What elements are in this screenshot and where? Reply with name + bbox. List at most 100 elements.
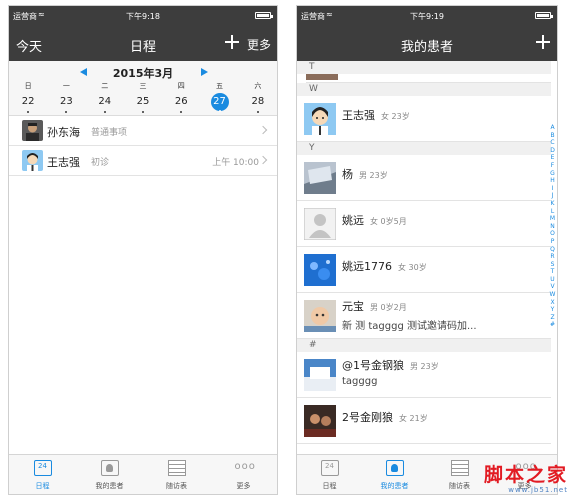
tab-my-patients[interactable]: 我的患者 (76, 455, 143, 494)
watermark: 脚本之家 www.jb51.net (484, 460, 568, 494)
schedule-row[interactable]: 王志强 初诊 上午 10:00 (9, 146, 277, 176)
status-bar: 运营商 ≈ 下午9:19 (297, 6, 557, 26)
index-letter[interactable]: Z (549, 314, 556, 322)
index-letter[interactable]: V (549, 283, 556, 291)
battery-icon (255, 12, 273, 19)
date-cell[interactable]: 24 (86, 92, 124, 114)
tab-label: 日程 (322, 482, 337, 490)
date-cell[interactable]: 22 (9, 92, 47, 114)
index-letter[interactable]: D (549, 147, 556, 155)
index-letter[interactable]: C (549, 139, 556, 147)
index-letter[interactable]: W (549, 291, 556, 299)
schedule-row[interactable]: 孙东海 普通事项 (9, 116, 277, 146)
index-letter[interactable]: E (549, 154, 556, 162)
tab-label: 我的患者 (380, 482, 409, 490)
tab-my-patients[interactable]: 我的患者 (362, 455, 427, 494)
patient-name-text: @1号金钢狼 (342, 359, 404, 372)
index-letter[interactable]: Q (549, 246, 556, 254)
patient-info: 男 23岁 (359, 171, 388, 180)
section-header-t: T (297, 61, 551, 74)
date-cell[interactable]: 28 (239, 92, 277, 114)
add-patient-icon[interactable] (536, 35, 550, 49)
index-letter[interactable]: B (549, 132, 556, 140)
patient-name-text: 2号金刚狼 (342, 411, 393, 424)
screenshot: 运营商 ≈ 下午9:18 今天 日程 更多 2015年3月 日 一 二 三 四 … (0, 0, 574, 500)
avatar (306, 74, 338, 80)
alphabet-index[interactable]: A B C D E F G H I J K L M N O P Q R S T U V W X Y Z # (549, 124, 556, 329)
index-letter[interactable]: H (549, 177, 556, 185)
patient-name: @1号金钢狼男 23岁 (342, 357, 439, 373)
tab-label: 随访表 (166, 482, 187, 490)
tab-more[interactable]: ooo 更多 (210, 455, 277, 494)
date-number: 27 (210, 93, 229, 111)
date-number: 26 (174, 96, 188, 107)
tab-followup[interactable]: 随访表 (427, 455, 492, 494)
tab-label: 我的患者 (95, 482, 124, 490)
list-item[interactable]: 元宝男 0岁2月 新 测 tagggg 测试邀请码加... (297, 293, 551, 339)
event-dot (180, 111, 183, 113)
list-item[interactable]: 王志强女 23岁 (297, 96, 551, 142)
date-row: 22 23 24 25 26 27 28 (9, 92, 277, 114)
avatar (304, 103, 336, 135)
date-cell[interactable]: 25 (124, 92, 162, 114)
more-button[interactable]: 更多 (247, 36, 271, 53)
patient-info: 女 23岁 (381, 112, 410, 121)
patient-info: 女 0岁5月 (370, 217, 407, 226)
list-item[interactable]: 姚远女 0岁5月 (297, 201, 551, 247)
tab-label: 日程 (35, 482, 50, 490)
index-letter[interactable]: M (549, 215, 556, 223)
patient-name-text: 杨 (342, 168, 353, 181)
date-cell-selected[interactable]: 27 (200, 92, 238, 114)
tab-followup[interactable]: 随访表 (143, 455, 210, 494)
next-month-icon[interactable] (201, 68, 208, 76)
add-schedule-icon[interactable] (225, 35, 239, 49)
event-dot (65, 111, 68, 113)
patient-name: 王志强 (47, 156, 80, 169)
index-letter[interactable]: T (549, 268, 556, 276)
patients-icon (385, 460, 404, 476)
index-letter[interactable]: S (549, 261, 556, 269)
status-time: 下午9:19 (410, 12, 444, 21)
avatar (304, 300, 336, 332)
tab-schedule[interactable]: 24 日程 (297, 455, 362, 494)
index-letter[interactable]: O (549, 230, 556, 238)
followup-table-icon (167, 460, 186, 476)
index-letter[interactable]: J (549, 192, 556, 200)
list-item[interactable] (306, 74, 551, 83)
index-letter[interactable]: Y (549, 306, 556, 314)
avatar (22, 150, 43, 171)
index-letter[interactable]: N (549, 223, 556, 231)
index-letter[interactable]: I (549, 185, 556, 193)
weekday-label: 三 (139, 82, 147, 90)
status-bar: 运营商 ≈ 下午9:18 (9, 6, 277, 26)
date-number: 23 (60, 96, 73, 107)
avatar (304, 254, 336, 286)
index-letter[interactable]: X (549, 299, 556, 307)
index-letter[interactable]: G (549, 170, 556, 178)
event-dot (27, 111, 30, 113)
index-letter[interactable]: R (549, 253, 556, 261)
date-cell[interactable]: 26 (162, 92, 200, 114)
event-dot (256, 111, 259, 113)
nav-bar: 今天 日程 更多 (9, 26, 277, 61)
more-icon: ooo (234, 461, 256, 472)
date-number: 24 (98, 96, 112, 107)
list-item[interactable]: 杨男 23岁 (297, 155, 551, 201)
tab-schedule[interactable]: 24 日程 (9, 455, 76, 494)
month-row: 2015年3月 (9, 64, 277, 80)
index-letter[interactable]: L (549, 208, 556, 216)
watermark-url: www.jb51.net (508, 486, 568, 494)
index-letter[interactable]: F (549, 162, 556, 170)
section-header-y: Y (297, 142, 551, 155)
list-item[interactable]: @1号金钢狼男 23岁 tagggg (297, 352, 551, 398)
index-letter[interactable]: K (549, 200, 556, 208)
patient-name-text: 姚远1776 (342, 260, 392, 273)
date-cell[interactable]: 23 (47, 92, 85, 114)
index-letter[interactable]: # (549, 321, 556, 329)
list-item[interactable]: 姚远1776 女 30岁 (297, 247, 551, 293)
index-letter[interactable]: P (549, 238, 556, 246)
index-letter[interactable]: U (549, 276, 556, 284)
list-item[interactable]: 2号金刚狼女 21岁 (297, 398, 551, 444)
index-letter[interactable]: A (549, 124, 556, 132)
header: 运营商 ≈ 下午9:18 今天 日程 更多 (9, 6, 277, 61)
